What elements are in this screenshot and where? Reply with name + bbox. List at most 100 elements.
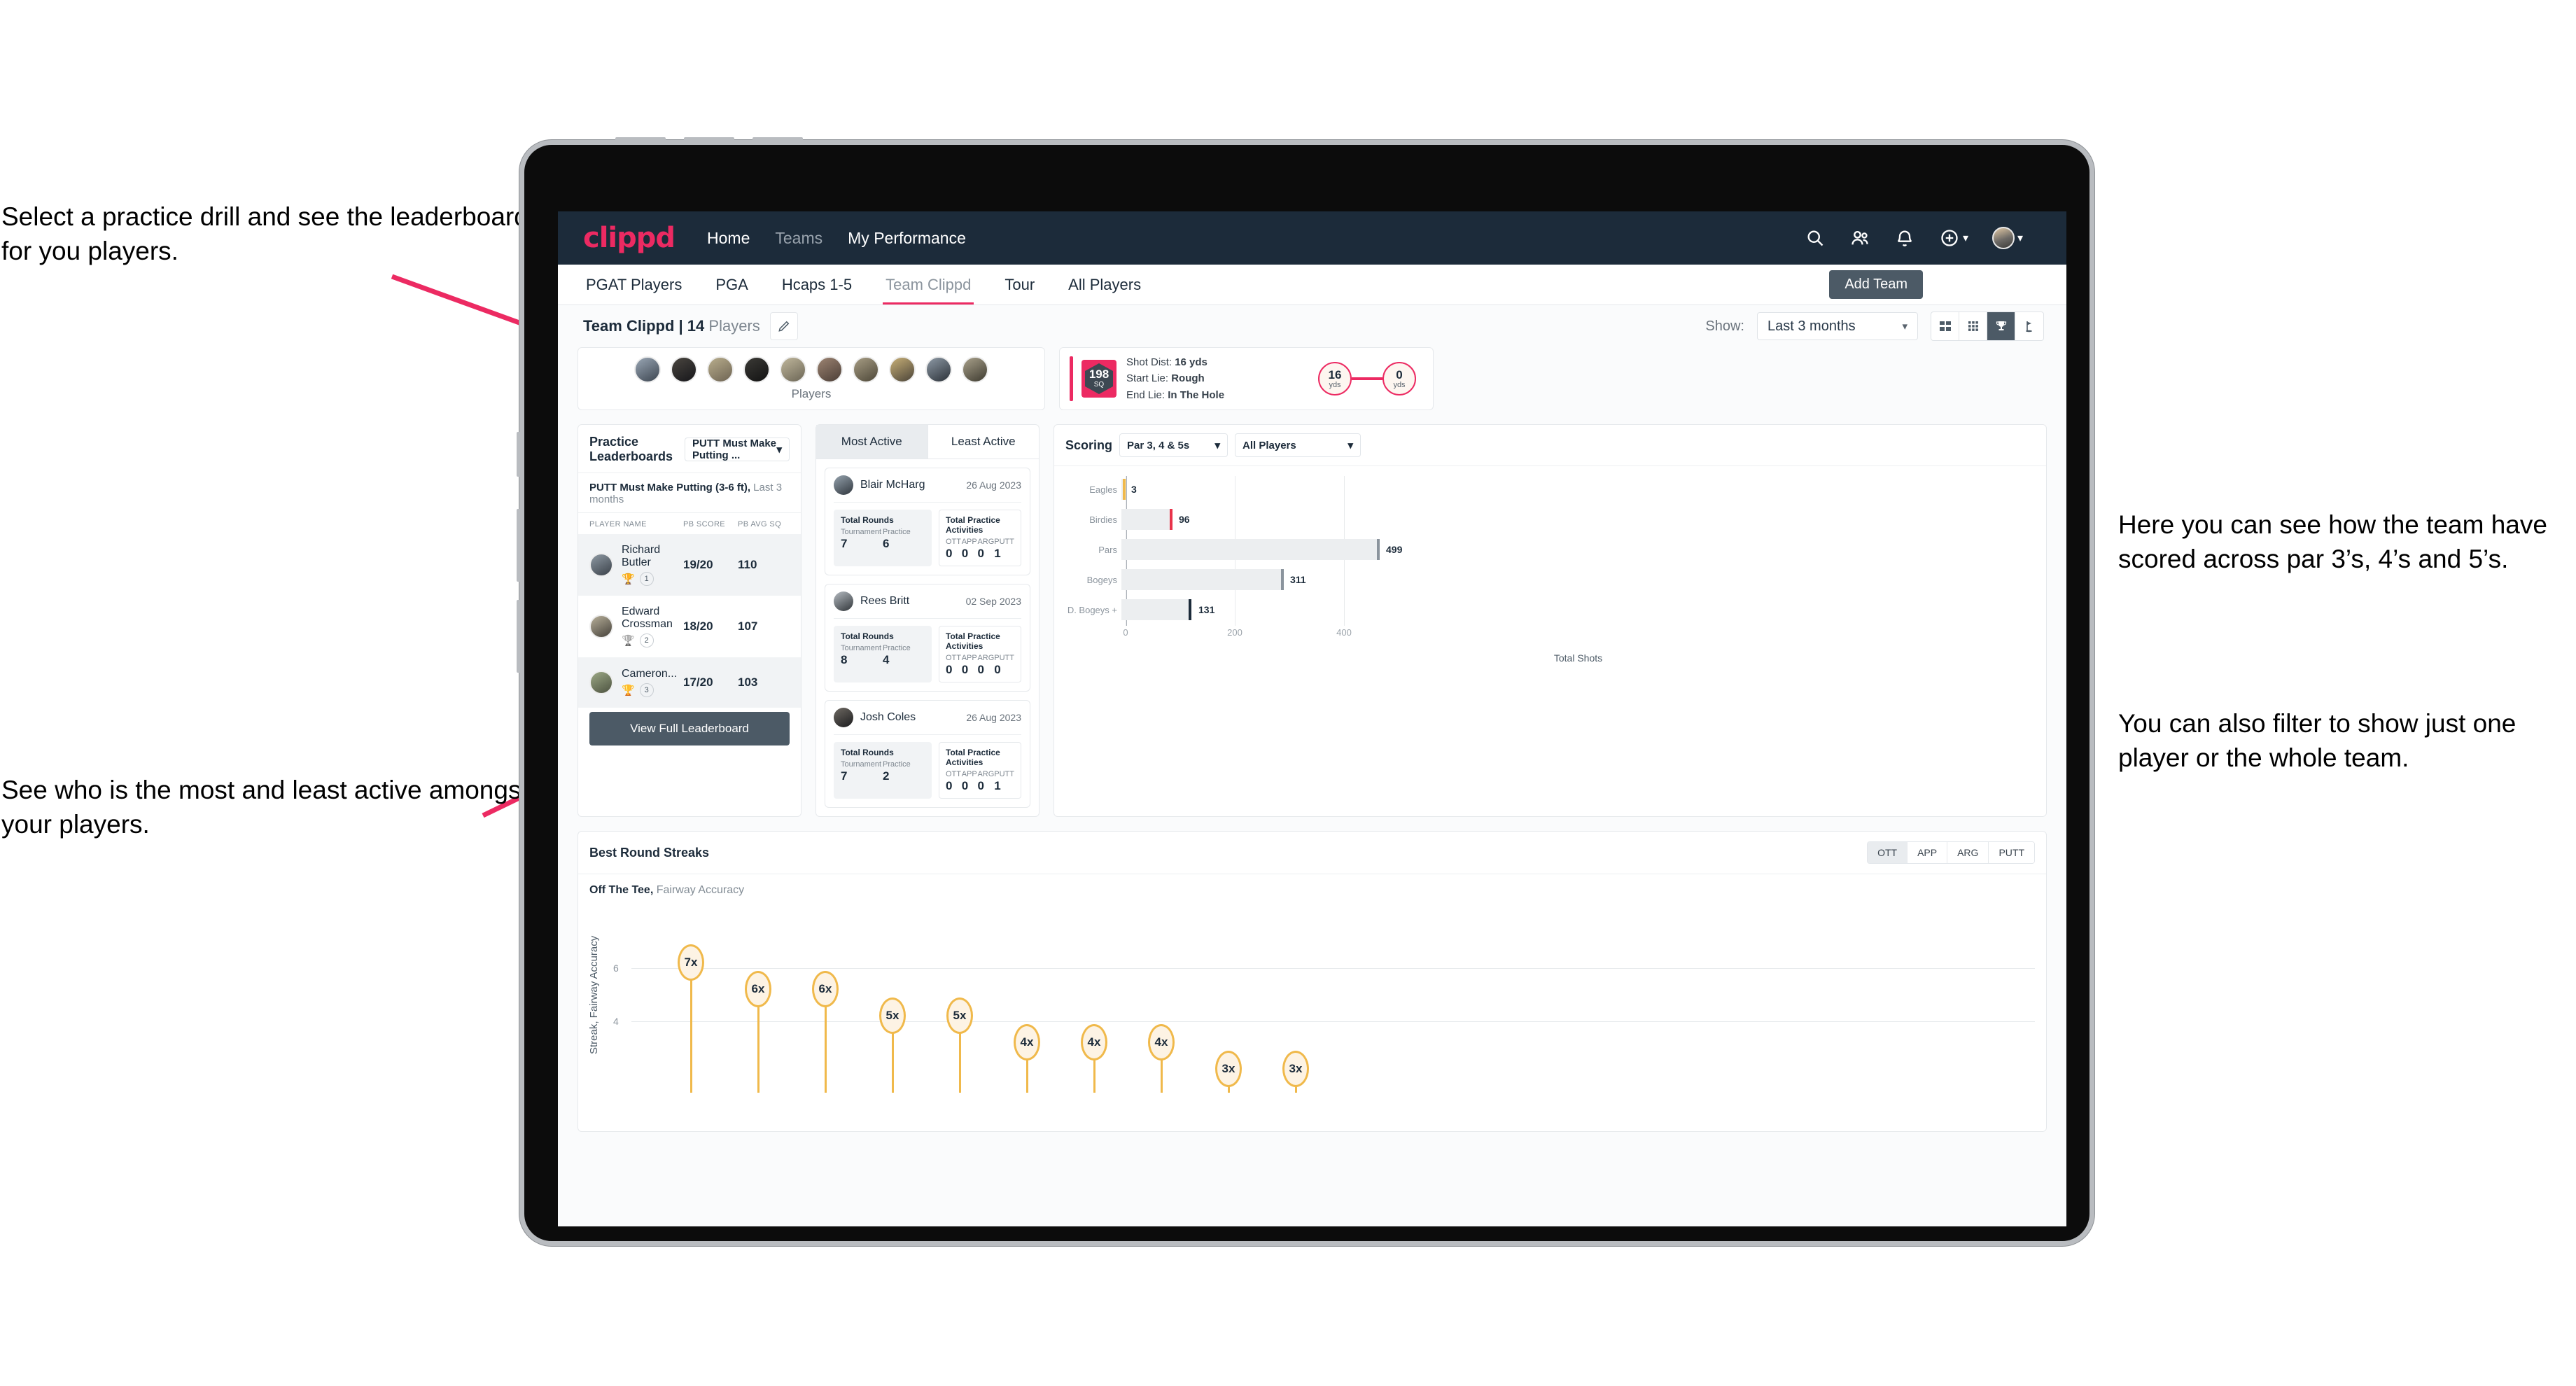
tab-hcaps-1-5[interactable]: Hcaps 1-5 [779, 266, 855, 304]
table-row[interactable]: Cameron... 🏆 3 17/20 103 [578, 657, 801, 708]
list-item[interactable]: Blair McHarg 26 Aug 2023 Total Rounds To… [825, 468, 1030, 575]
practice-stat: Practice 2 [883, 760, 925, 783]
app-label: APP [961, 654, 977, 662]
list-item[interactable]: Josh Coles 26 Aug 2023 Total Rounds Tour… [825, 700, 1030, 808]
player-filter-select[interactable]: All Players ▾ [1235, 433, 1362, 457]
people-icon[interactable] [1849, 227, 1870, 248]
par-filter-value: Par 3, 4 & 5s [1127, 439, 1190, 451]
avatar[interactable] [707, 356, 734, 383]
leaderboard-player-cell: Cameron... 🏆 3 [622, 668, 683, 697]
trophy-icon[interactable] [1987, 312, 2015, 340]
plus-circle-icon[interactable] [1939, 227, 1960, 248]
avatar[interactable] [962, 356, 988, 383]
toggle-ott[interactable]: OTT [1868, 842, 1908, 863]
avatar[interactable] [743, 356, 770, 383]
streak-marker[interactable]: 6x [812, 971, 839, 1007]
player-name: Edward Crossman [622, 606, 673, 630]
avatar[interactable] [780, 356, 806, 383]
streak-marker[interactable]: 4x [1014, 1024, 1040, 1060]
tab-pga[interactable]: PGA [713, 266, 750, 304]
avatar[interactable] [671, 356, 697, 383]
chart-x-axis-label: Total Shots [1553, 652, 1603, 664]
search-icon[interactable] [1805, 227, 1826, 248]
streak-marker[interactable]: 3x [1215, 1051, 1242, 1087]
bar-track: 96 [1121, 506, 2035, 533]
drill-select[interactable]: PUTT Must Make Putting ... ▾ [685, 438, 790, 461]
streak-stem [690, 968, 692, 1093]
start-lie-line: Start Lie: Rough [1126, 370, 1224, 386]
nav-link-home[interactable]: Home [707, 229, 750, 248]
avatar[interactable] [816, 356, 843, 383]
toggle-putt[interactable]: PUTT [1989, 842, 2034, 863]
chevron-down-icon: ▾ [2017, 232, 2023, 244]
bar-value: 96 [1179, 514, 1190, 525]
clippd-logo[interactable]: clippd [583, 222, 676, 254]
tournament-value: 7 [841, 537, 848, 550]
view-full-leaderboard-button[interactable]: View Full Leaderboard [589, 712, 790, 746]
total-rounds-values: Tournament 7 Practice 2 [841, 760, 925, 783]
app-stat: APP 0 [962, 770, 978, 793]
avatar[interactable] [925, 356, 952, 383]
nav-link-my-performance[interactable]: My Performance [848, 229, 966, 248]
col-player-name: PLAYER NAME [589, 520, 647, 528]
activity-card: Most Active Least Active Blair McHarg 26… [816, 424, 1040, 817]
streak-marker[interactable]: 6x [745, 971, 771, 1007]
toggle-app[interactable]: APP [1907, 842, 1948, 863]
avatar[interactable] [1991, 227, 2015, 249]
date-range-select[interactable]: Last 3 months ▾ [1757, 312, 1918, 340]
flag-icon[interactable] [2015, 312, 2043, 340]
tab-tour[interactable]: Tour [1002, 266, 1037, 304]
profile-menu[interactable]: ▾ [1991, 227, 2023, 249]
add-menu[interactable]: ▾ [1939, 227, 1968, 248]
col-pb-avg-sq: PB AVG SQ [738, 520, 782, 528]
bell-icon[interactable] [1894, 227, 1915, 248]
activity-item-header: Rees Britt 02 Sep 2023 [834, 592, 1021, 619]
tab-most-active[interactable]: Most Active [816, 425, 927, 458]
bar-fill [1121, 539, 1377, 560]
annotation-right-2: You can also filter to show just one pla… [2118, 709, 2516, 772]
tab-team-clippd[interactable]: Team Clippd [883, 266, 974, 304]
streak-marker[interactable]: 7x [678, 944, 704, 981]
bar-eagles: Eagles 3 [1061, 476, 2035, 503]
tournament-label: Tournament [841, 528, 882, 536]
streak-marker[interactable]: 5x [946, 997, 973, 1034]
edit-pencil-icon[interactable] [769, 312, 798, 340]
shot-detail-card: 198 SQ Shot Dist: 16 yds Start Lie: Roug… [1059, 347, 1434, 410]
app-screen: clippd Home Teams My Performance ▾ ▾ PGA… [558, 211, 2066, 1226]
y-tick-4: 4 [613, 1016, 619, 1027]
avatar[interactable] [889, 356, 916, 383]
tab-least-active[interactable]: Least Active [927, 425, 1040, 458]
streak-marker[interactable]: 5x [879, 997, 906, 1034]
date-range-value: Last 3 months [1768, 318, 1856, 334]
nav-link-teams[interactable]: Teams [775, 229, 822, 248]
add-team-button[interactable]: Add Team [1829, 270, 1923, 299]
par-filter-select[interactable]: Par 3, 4 & 5s ▾ [1119, 433, 1228, 457]
streak-marker[interactable]: 4x [1148, 1024, 1175, 1060]
list-item[interactable]: Rees Britt 02 Sep 2023 Total Rounds Tour… [825, 584, 1030, 692]
table-row[interactable]: Edward Crossman 🏆 2 18/20 107 [578, 596, 801, 657]
rank-group: 🏆 2 [622, 634, 683, 648]
leaderboard-player-cell: Edward Crossman 🏆 2 [622, 606, 683, 648]
streak-marker[interactable]: 4x [1081, 1024, 1107, 1060]
avatar[interactable] [853, 356, 879, 383]
shot-dist-key: Shot Dist: [1126, 356, 1172, 369]
end-lie-value: In The Hole [1168, 388, 1225, 401]
trophy-icon: 🏆 [622, 685, 635, 696]
toggle-arg[interactable]: ARG [1947, 842, 1989, 863]
bar-double-bogeys: D. Bogeys + 131 [1061, 596, 2035, 623]
app-stat: APP 0 [962, 538, 978, 561]
show-label: Show: [1705, 318, 1744, 334]
tab-pgat-players[interactable]: PGAT Players [583, 266, 685, 304]
avatar[interactable] [634, 356, 661, 383]
nav-right-icons: ▾ ▾ [1805, 227, 2047, 249]
tab-all-players[interactable]: All Players [1065, 266, 1144, 304]
streak-marker[interactable]: 3x [1282, 1051, 1309, 1087]
ott-stat: OTT 0 [946, 770, 962, 793]
putt-label: PUTT [994, 654, 1015, 662]
table-row[interactable]: Richard Butler 🏆 1 19/20 110 [578, 534, 801, 596]
primary-nav-links: Home Teams My Performance [707, 229, 966, 248]
grid-small-icon[interactable] [1959, 312, 1987, 340]
bar-value: 3 [1131, 484, 1137, 495]
practice-activities-values: OTT 0 APP 0 ARG 0 PUTT 0 [946, 654, 1014, 677]
grid-large-icon[interactable] [1931, 312, 1959, 340]
